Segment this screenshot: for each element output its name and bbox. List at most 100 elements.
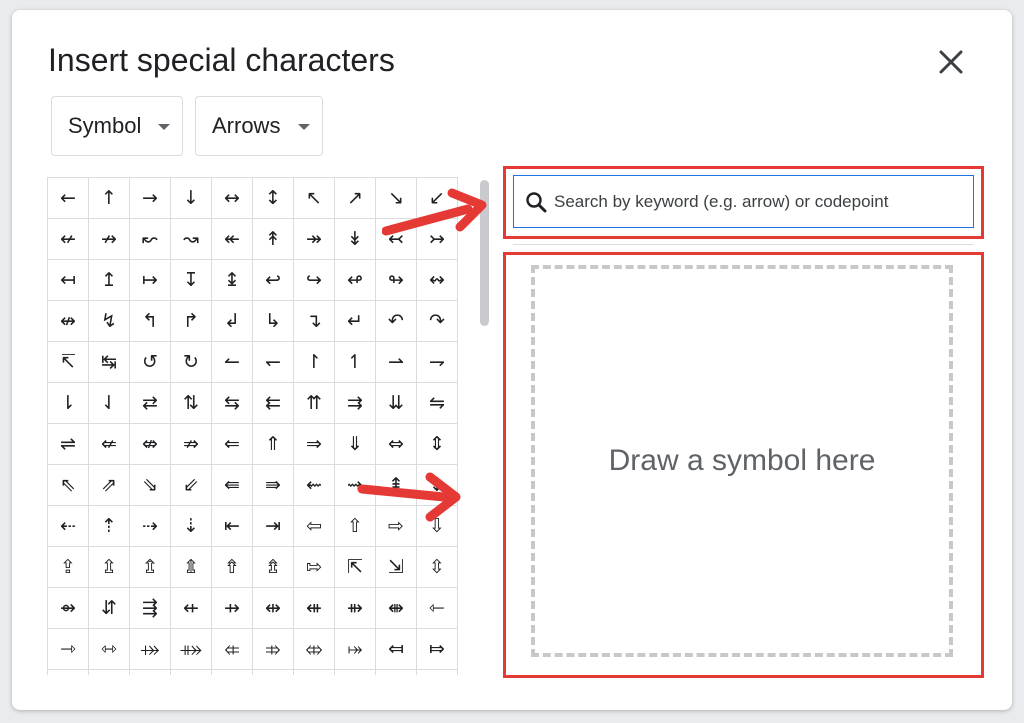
symbol-cell[interactable]: ⇂	[48, 383, 89, 424]
symbol-cell[interactable]: ⇕	[417, 424, 458, 465]
symbol-cell[interactable]: ⇍	[89, 424, 130, 465]
symbol-cell[interactable]: ↫	[335, 260, 376, 301]
symbol-cell[interactable]: ↵	[335, 301, 376, 342]
symbol-cell[interactable]: ⇠	[48, 506, 89, 547]
symbol-cell[interactable]: ⇩	[417, 506, 458, 547]
symbol-cell[interactable]: ←	[48, 178, 89, 219]
symbol-cell[interactable]: ↤	[48, 260, 89, 301]
symbol-cell[interactable]: ⤉	[89, 670, 130, 675]
symbol-cell[interactable]: ⇻	[335, 588, 376, 629]
symbol-cell[interactable]: ↛	[89, 219, 130, 260]
symbol-cell[interactable]: ↑	[89, 178, 130, 219]
symbol-cell[interactable]: ⤎	[294, 670, 335, 675]
symbol-cell[interactable]: ⇁	[417, 342, 458, 383]
symbol-cell[interactable]: ⤀	[130, 629, 171, 670]
symbol-cell[interactable]: ↮	[48, 301, 89, 342]
symbol-cell[interactable]: ⤐	[376, 670, 417, 675]
symbol-cell[interactable]: ⤃	[253, 629, 294, 670]
symbol-cell[interactable]: ⤆	[376, 629, 417, 670]
symbol-cell[interactable]: ⇋	[417, 383, 458, 424]
symbol-cell[interactable]: ⇖	[48, 465, 89, 506]
symbol-cell[interactable]: ⇤	[212, 506, 253, 547]
scrollbar-thumb[interactable]	[480, 180, 489, 326]
symbol-cell[interactable]: ⇦	[294, 506, 335, 547]
symbol-cell[interactable]: ↘	[376, 178, 417, 219]
symbol-cell[interactable]: ⤄	[294, 629, 335, 670]
search-box[interactable]	[513, 175, 974, 228]
symbol-cell[interactable]: ↠	[294, 219, 335, 260]
symbol-cell[interactable]: ⇺	[294, 588, 335, 629]
symbol-cell[interactable]: ⇡	[89, 506, 130, 547]
symbol-cell[interactable]: ⇷	[171, 588, 212, 629]
symbol-cell[interactable]: ↬	[376, 260, 417, 301]
symbol-cell[interactable]: ⇇	[253, 383, 294, 424]
symbol-cell[interactable]: ⇬	[130, 547, 171, 588]
symbol-cell[interactable]: ⤏	[335, 670, 376, 675]
symbol-cell[interactable]: ⇸	[212, 588, 253, 629]
symbol-cell[interactable]: ⇧	[335, 506, 376, 547]
symbol-cell[interactable]: ↨	[212, 260, 253, 301]
symbol-cell[interactable]: ⇌	[48, 424, 89, 465]
symbol-cell[interactable]: ↪	[294, 260, 335, 301]
symbol-cell[interactable]: ⇲	[376, 547, 417, 588]
symbol-cell[interactable]: ⤁	[171, 629, 212, 670]
symbol-cell[interactable]: ⇝	[335, 465, 376, 506]
symbol-cell[interactable]: →	[130, 178, 171, 219]
symbol-cell[interactable]: ⇪	[48, 547, 89, 588]
symbol-cell[interactable]: ↜	[130, 219, 171, 260]
symbol-cell[interactable]: ⇆	[212, 383, 253, 424]
symbol-cell[interactable]: ⇭	[171, 547, 212, 588]
symbol-cell[interactable]: ↼	[212, 342, 253, 383]
symbol-cell[interactable]: ↗	[335, 178, 376, 219]
symbol-cell[interactable]: ↚	[48, 219, 89, 260]
symbol-cell[interactable]: ↥	[89, 260, 130, 301]
symbol-cell[interactable]: ⤍	[253, 670, 294, 675]
symbol-cell[interactable]: ⇗	[89, 465, 130, 506]
symbol-cell[interactable]: ⇞	[376, 465, 417, 506]
symbol-cell[interactable]: ⇀	[376, 342, 417, 383]
symbol-cell[interactable]: ⇰	[294, 547, 335, 588]
symbol-cell[interactable]: ⇓	[335, 424, 376, 465]
symbol-cell[interactable]: ⇙	[171, 465, 212, 506]
symbol-cell[interactable]: ↡	[335, 219, 376, 260]
symbol-cell[interactable]: ⤑	[417, 670, 458, 675]
symbol-cell[interactable]: ⤈	[48, 670, 89, 675]
symbol-cell[interactable]: ⇢	[130, 506, 171, 547]
symbol-cell[interactable]: ⇱	[335, 547, 376, 588]
symbol-cell[interactable]: ⇶	[130, 588, 171, 629]
symbol-cell[interactable]: ⇊	[376, 383, 417, 424]
symbol-cell[interactable]: ⇉	[335, 383, 376, 424]
symbol-cell[interactable]: ↱	[171, 301, 212, 342]
symbol-cell[interactable]: ↹	[89, 342, 130, 383]
symbol-cell[interactable]: ⇹	[253, 588, 294, 629]
symbol-grid-scrollbar[interactable]	[480, 180, 490, 674]
subcategory-dropdown[interactable]: Arrows	[195, 96, 323, 156]
symbol-cell[interactable]: ↭	[417, 260, 458, 301]
draw-canvas[interactable]: Draw a symbol here	[531, 265, 953, 657]
close-button[interactable]	[931, 42, 971, 82]
symbol-cell[interactable]: ↸	[48, 342, 89, 383]
symbol-cell[interactable]: ⇑	[253, 424, 294, 465]
symbol-cell[interactable]: ⇼	[376, 588, 417, 629]
symbol-cell[interactable]: ↦	[130, 260, 171, 301]
symbol-cell[interactable]: ⇃	[89, 383, 130, 424]
symbol-cell[interactable]: ↻	[171, 342, 212, 383]
symbol-cell[interactable]: ⤋	[171, 670, 212, 675]
symbol-cell[interactable]: ⇛	[253, 465, 294, 506]
symbol-cell[interactable]: ⇳	[417, 547, 458, 588]
symbol-cell[interactable]: ⤇	[417, 629, 458, 670]
symbol-cell[interactable]: ⇐	[212, 424, 253, 465]
symbol-cell[interactable]: ⇎	[130, 424, 171, 465]
symbol-cell[interactable]: ⇾	[48, 629, 89, 670]
symbol-cell[interactable]: ⇿	[89, 629, 130, 670]
symbol-cell[interactable]: ⇥	[253, 506, 294, 547]
symbol-cell[interactable]: ↾	[294, 342, 335, 383]
symbol-cell[interactable]: ⇜	[294, 465, 335, 506]
symbol-cell[interactable]: ↴	[294, 301, 335, 342]
symbol-cell[interactable]: ⇄	[130, 383, 171, 424]
symbol-cell[interactable]: ⤅	[335, 629, 376, 670]
symbol-cell[interactable]: ⇔	[376, 424, 417, 465]
symbol-cell[interactable]: ⇮	[212, 547, 253, 588]
search-input[interactable]	[552, 190, 966, 213]
symbol-cell[interactable]: ↔	[212, 178, 253, 219]
